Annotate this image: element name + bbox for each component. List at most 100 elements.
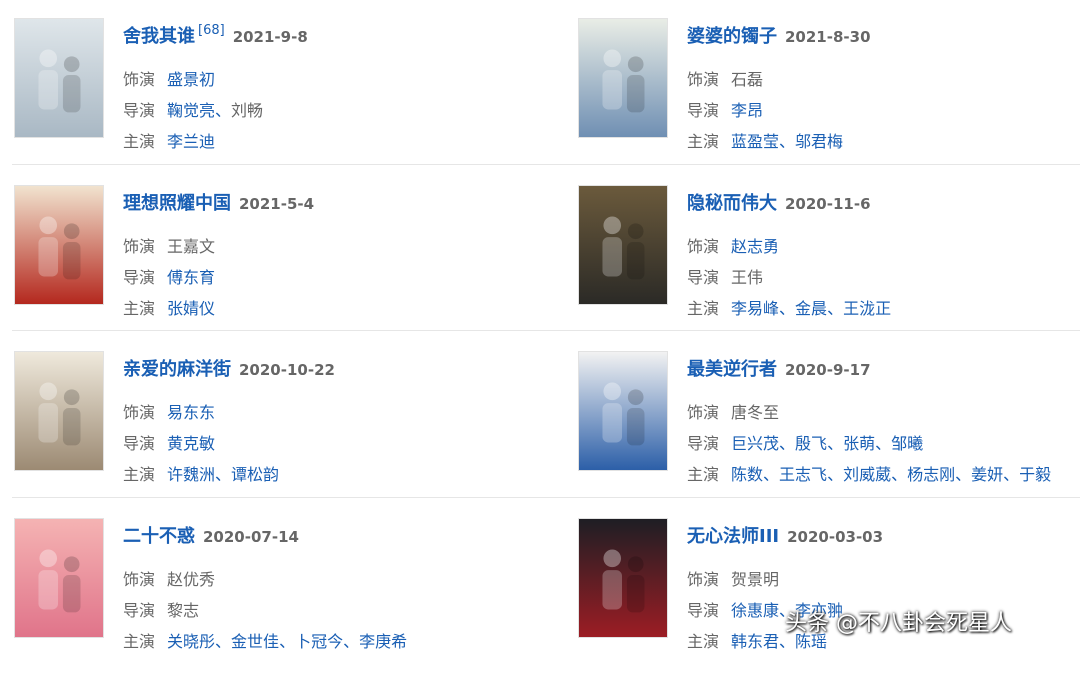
star-name[interactable]: 杨志刚 (907, 465, 955, 484)
director-label: 导演 (687, 101, 720, 120)
work-entry: 隐秘而伟大 2020-11-6 饰演 赵志勇 导演 王伟 主演 李易峰、金晨、王泷正 (578, 177, 1080, 327)
star-label: 主演 (123, 632, 156, 651)
title-line: 亲爱的麻洋街 2020-10-22 (123, 355, 335, 383)
separator: 、 (891, 465, 908, 484)
role-line: 饰演 贺景明 (687, 566, 779, 590)
star-name[interactable]: 陈数 (731, 465, 763, 484)
work-title-link[interactable]: 隐秘而伟大 (687, 193, 777, 214)
director-line: 导演 巨兴茂、殷飞、张萌、邹曦 (687, 430, 923, 454)
star-name[interactable]: 韩东君 (731, 632, 779, 651)
star-name[interactable]: 刘威葳 (843, 465, 891, 484)
poster-image[interactable] (578, 351, 668, 471)
poster-image[interactable] (14, 351, 104, 471)
separator: 、 (215, 465, 232, 484)
star-name[interactable]: 谭松韵 (231, 465, 279, 484)
citation-link[interactable]: [68] (198, 23, 225, 38)
separator: 、 (779, 434, 796, 453)
title-line: 隐秘而伟大 2020-11-6 (687, 189, 871, 217)
star-name[interactable]: 金晨 (795, 299, 827, 318)
star-name[interactable]: 许魏洲 (167, 465, 215, 484)
release-date: 2021-8-30 (785, 28, 871, 46)
row-divider (12, 330, 1080, 331)
work-entry: 舍我其谁 [68] 2021-9-8 饰演 盛景初 导演 鞠觉亮、刘畅 主演 李兰迪 (14, 10, 534, 160)
director-name[interactable]: 殷飞 (795, 434, 827, 453)
poster-image[interactable] (578, 185, 668, 305)
star-name[interactable]: 王泷正 (843, 299, 891, 318)
director-name[interactable]: 黄克敏 (167, 434, 215, 453)
role-line: 饰演 易东东 (123, 399, 215, 423)
poster-image[interactable] (578, 518, 668, 638)
star-label: 主演 (123, 299, 156, 318)
role-label: 饰演 (123, 403, 156, 422)
work-title-link[interactable]: 亲爱的麻洋街 (123, 359, 231, 380)
star-line: 主演 许魏洲、谭松韵 (123, 461, 279, 485)
separator: 、 (827, 299, 844, 318)
role-name: 贺景明 (731, 570, 780, 589)
star-name[interactable]: 卜冠今 (295, 632, 343, 651)
poster-image[interactable] (14, 18, 104, 138)
poster-image[interactable] (578, 18, 668, 138)
release-date: 2020-9-17 (785, 361, 871, 379)
role-label: 饰演 (687, 570, 720, 589)
role-line: 饰演 王嘉文 (123, 233, 215, 257)
role-name[interactable]: 易东东 (167, 403, 215, 422)
director-name[interactable]: 邹曦 (891, 434, 923, 453)
title-line: 二十不惑 2020-07-14 (123, 522, 299, 550)
director-name[interactable]: 巨兴茂 (731, 434, 779, 453)
work-title-link[interactable]: 婆婆的镯子 (687, 26, 777, 47)
release-date: 2021-9-8 (232, 28, 308, 46)
star-name[interactable]: 蓝盈莹 (731, 132, 779, 151)
star-name[interactable]: 李庚希 (359, 632, 407, 651)
work-title-link[interactable]: 理想照耀中国 (123, 193, 231, 214)
star-line: 主演 蓝盈莹、邬君梅 (687, 128, 843, 152)
role-name: 石磊 (731, 70, 764, 89)
star-name[interactable]: 邬君梅 (795, 132, 843, 151)
separator: 、 (343, 632, 360, 651)
star-name[interactable]: 金世佳 (231, 632, 279, 651)
role-name[interactable]: 盛景初 (167, 70, 215, 89)
star-label: 主演 (687, 132, 720, 151)
role-name[interactable]: 赵志勇 (731, 237, 779, 256)
director-name[interactable]: 傅东育 (167, 268, 215, 287)
release-date: 2020-03-03 (787, 528, 884, 546)
director-name: 刘畅 (231, 101, 264, 120)
director-name[interactable]: 李昂 (731, 101, 763, 120)
star-name[interactable]: 张婧仪 (167, 299, 215, 318)
release-date: 2020-07-14 (203, 528, 299, 546)
separator: 、 (779, 132, 796, 151)
work-title-link[interactable]: 舍我其谁 (123, 26, 195, 47)
separator: 、 (875, 434, 892, 453)
entry-row: 二十不惑 2020-07-14 饰演 赵优秀 导演 黎志 主演 关晓彤、金世佳、卜冠今、李庚希… (0, 510, 1080, 677)
director-name[interactable]: 张萌 (843, 434, 875, 453)
star-label: 主演 (687, 299, 720, 318)
director-name[interactable]: 鞠觉亮 (167, 101, 215, 120)
star-label: 主演 (123, 132, 156, 151)
star-name[interactable]: 关晓彤 (167, 632, 215, 651)
star-name[interactable]: 李兰迪 (167, 132, 215, 151)
work-title-link[interactable]: 二十不惑 (123, 526, 195, 547)
separator: 、 (279, 632, 296, 651)
row-divider (12, 497, 1080, 498)
separator: 、 (955, 465, 972, 484)
director-label: 导演 (687, 268, 720, 287)
poster-image[interactable] (14, 518, 104, 638)
title-line: 最美逆行者 2020-9-17 (687, 355, 871, 383)
director-line: 导演 黎志 (123, 597, 199, 621)
role-name: 赵优秀 (167, 570, 216, 589)
star-name[interactable]: 李易峰 (731, 299, 779, 318)
work-title-link[interactable]: 无心法师III (687, 526, 779, 547)
director-label: 导演 (123, 101, 156, 120)
separator: 、 (763, 465, 780, 484)
director-line: 导演 鞠觉亮、刘畅 (123, 97, 263, 121)
role-line: 饰演 赵志勇 (687, 233, 779, 257)
separator: 、 (1003, 465, 1020, 484)
title-line: 理想照耀中国 2021-5-4 (123, 189, 314, 217)
star-line: 主演 陈数、王志飞、刘威葳、杨志刚、姜妍、于毅 (687, 461, 1051, 485)
star-name[interactable]: 王志飞 (779, 465, 827, 484)
poster-image[interactable] (14, 185, 104, 305)
release-date: 2020-10-22 (239, 361, 335, 379)
star-name[interactable]: 姜妍 (971, 465, 1003, 484)
star-name[interactable]: 于毅 (1019, 465, 1051, 484)
director-name[interactable]: 徐惠康 (731, 601, 779, 620)
work-title-link[interactable]: 最美逆行者 (687, 359, 777, 380)
